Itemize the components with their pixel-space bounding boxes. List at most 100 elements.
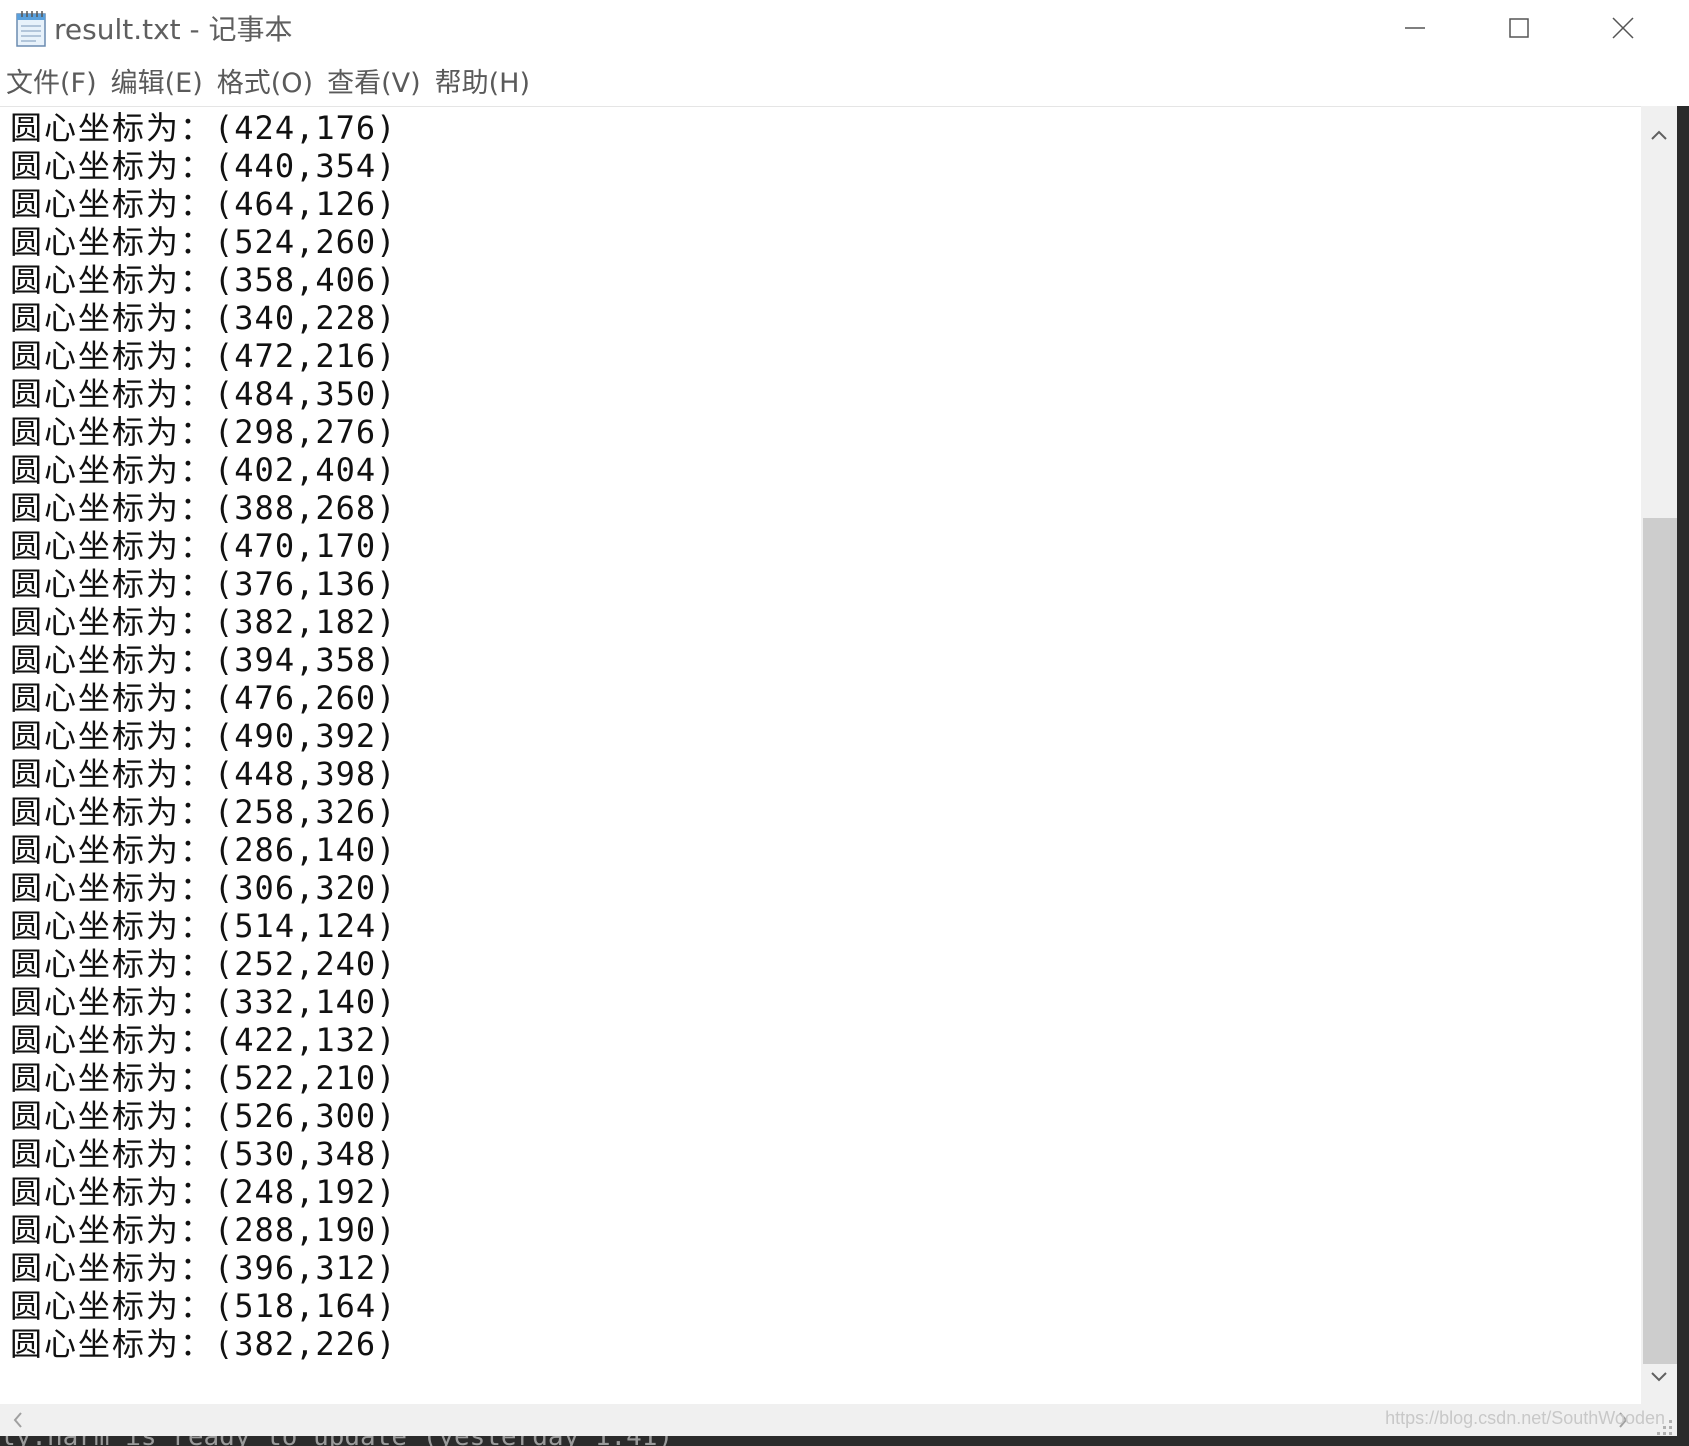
menu-file[interactable]: 文件(F) <box>0 64 105 104</box>
text-line: 圆心坐标为：(422,132) <box>10 1021 396 1059</box>
menu-view[interactable]: 查看(V) <box>321 64 429 104</box>
chevron-down-icon <box>1651 1367 1667 1386</box>
line-prefix: 圆心坐标为： <box>10 1021 215 1059</box>
background-terminal-text: ly.harm is ready to update (yesterday 1:… <box>0 1436 673 1446</box>
menu-edit[interactable]: 编辑(E) <box>105 64 211 104</box>
minimize-icon <box>1404 17 1426 43</box>
vertical-scroll-thumb[interactable] <box>1643 518 1677 1364</box>
text-line: 圆心坐标为：(470,170) <box>10 527 396 565</box>
line-coordinate: (490,392) <box>214 717 397 755</box>
line-coordinate: (448,398) <box>214 755 397 793</box>
line-coordinate: (248,192) <box>214 1173 397 1211</box>
line-prefix: 圆心坐标为： <box>10 147 215 185</box>
text-line: 圆心坐标为：(382,182) <box>10 603 396 641</box>
line-coordinate: (424,176) <box>214 109 397 147</box>
notepad-window: result.txt - 记事本 文件(F) 编辑(E) 格式(O) 查看(V) <box>0 0 1689 1446</box>
text-line: 圆心坐标为：(286,140) <box>10 831 396 869</box>
line-coordinate: (402,404) <box>214 451 397 489</box>
text-line: 圆心坐标为：(382,226) <box>10 1325 396 1363</box>
line-coordinate: (252,240) <box>214 945 397 983</box>
line-prefix: 圆心坐标为： <box>10 793 215 831</box>
window-title: result.txt - 记事本 <box>54 13 293 46</box>
text-line: 圆心坐标为：(298,276) <box>10 413 396 451</box>
text-line: 圆心坐标为：(388,268) <box>10 489 396 527</box>
line-prefix: 圆心坐标为： <box>10 869 215 907</box>
line-coordinate: (288,190) <box>214 1211 397 1249</box>
line-coordinate: (484,350) <box>214 375 397 413</box>
text-line: 圆心坐标为：(340,228) <box>10 299 396 337</box>
background-window-edge <box>1677 106 1689 1446</box>
text-line: 圆心坐标为：(258,326) <box>10 793 396 831</box>
line-prefix: 圆心坐标为： <box>10 1287 215 1325</box>
text-line: 圆心坐标为：(464,126) <box>10 185 396 223</box>
line-prefix: 圆心坐标为： <box>10 1059 215 1097</box>
title-bar[interactable]: result.txt - 记事本 <box>0 0 1689 60</box>
line-coordinate: (440,354) <box>214 147 397 185</box>
line-coordinate: (298,276) <box>214 413 397 451</box>
line-prefix: 圆心坐标为： <box>10 223 215 261</box>
line-coordinate: (332,140) <box>214 983 397 1021</box>
line-prefix: 圆心坐标为： <box>10 185 215 223</box>
line-prefix: 圆心坐标为： <box>10 109 215 147</box>
line-coordinate: (464,126) <box>214 185 397 223</box>
scroll-down-button[interactable] <box>1641 1358 1677 1394</box>
line-prefix: 圆心坐标为： <box>10 1097 215 1135</box>
maximize-button[interactable] <box>1467 0 1571 60</box>
close-icon <box>1611 16 1635 44</box>
close-button[interactable] <box>1571 0 1675 60</box>
line-coordinate: (340,228) <box>214 299 397 337</box>
text-line: 圆心坐标为：(306,320) <box>10 869 396 907</box>
line-prefix: 圆心坐标为： <box>10 489 215 527</box>
minimize-button[interactable] <box>1363 0 1467 60</box>
text-line: 圆心坐标为：(490,392) <box>10 717 396 755</box>
scroll-up-button[interactable] <box>1641 116 1677 152</box>
line-prefix: 圆心坐标为： <box>10 337 215 375</box>
background-terminal: ly.harm is ready to update (yesterday 1:… <box>0 1436 1677 1446</box>
line-coordinate: (376,136) <box>214 565 397 603</box>
text-line: 圆心坐标为：(522,210) <box>10 1059 396 1097</box>
line-prefix: 圆心坐标为： <box>10 1135 215 1173</box>
line-coordinate: (476,260) <box>214 679 397 717</box>
line-coordinate: (382,182) <box>214 603 397 641</box>
line-prefix: 圆心坐标为： <box>10 565 215 603</box>
line-coordinate: (524,260) <box>214 223 397 261</box>
text-line: 圆心坐标为：(424,176) <box>10 109 396 147</box>
line-coordinate: (258,326) <box>214 793 397 831</box>
menu-help[interactable]: 帮助(H) <box>429 64 538 104</box>
vertical-scrollbar[interactable] <box>1641 106 1677 1404</box>
text-line: 圆心坐标为：(358,406) <box>10 261 396 299</box>
text-line: 圆心坐标为：(440,354) <box>10 147 396 185</box>
line-prefix: 圆心坐标为： <box>10 907 215 945</box>
text-editor[interactable]: 圆心坐标为：(424,176) 圆心坐标为：(440,354) 圆心坐标为：(464… <box>0 106 1641 1405</box>
line-coordinate: (514,124) <box>214 907 397 945</box>
line-prefix: 圆心坐标为： <box>10 945 215 983</box>
line-coordinate: (472,216) <box>214 337 397 375</box>
line-prefix: 圆心坐标为： <box>10 451 215 489</box>
text-content: 圆心坐标为：(424,176) 圆心坐标为：(440,354) 圆心坐标为：(464… <box>10 109 396 1363</box>
line-prefix: 圆心坐标为： <box>10 375 215 413</box>
line-coordinate: (530,348) <box>214 1135 397 1173</box>
line-coordinate: (526,300) <box>214 1097 397 1135</box>
scroll-left-button[interactable] <box>6 1404 30 1440</box>
text-line: 圆心坐标为：(402,404) <box>10 451 396 489</box>
text-line: 圆心坐标为：(518,164) <box>10 1287 396 1325</box>
text-line: 圆心坐标为：(288,190) <box>10 1211 396 1249</box>
line-prefix: 圆心坐标为： <box>10 679 215 717</box>
line-coordinate: (396,312) <box>214 1249 397 1287</box>
chevron-left-icon <box>13 1412 23 1432</box>
line-coordinate: (388,268) <box>214 489 397 527</box>
line-coordinate: (422,132) <box>214 1021 397 1059</box>
line-prefix: 圆心坐标为： <box>10 1173 215 1211</box>
text-line: 圆心坐标为：(526,300) <box>10 1097 396 1135</box>
line-coordinate: (358,406) <box>214 261 397 299</box>
menu-bar: 文件(F) 编辑(E) 格式(O) 查看(V) 帮助(H) <box>0 62 1689 106</box>
line-prefix: 圆心坐标为： <box>10 603 215 641</box>
watermark: https://blog.csdn.net/SouthWooden <box>1385 1408 1665 1428</box>
menu-format[interactable]: 格式(O) <box>211 64 321 104</box>
line-prefix: 圆心坐标为： <box>10 261 215 299</box>
text-line: 圆心坐标为：(484,350) <box>10 375 396 413</box>
line-prefix: 圆心坐标为： <box>10 831 215 869</box>
chevron-up-icon <box>1651 125 1667 144</box>
line-prefix: 圆心坐标为： <box>10 1325 215 1363</box>
line-prefix: 圆心坐标为： <box>10 1211 215 1249</box>
